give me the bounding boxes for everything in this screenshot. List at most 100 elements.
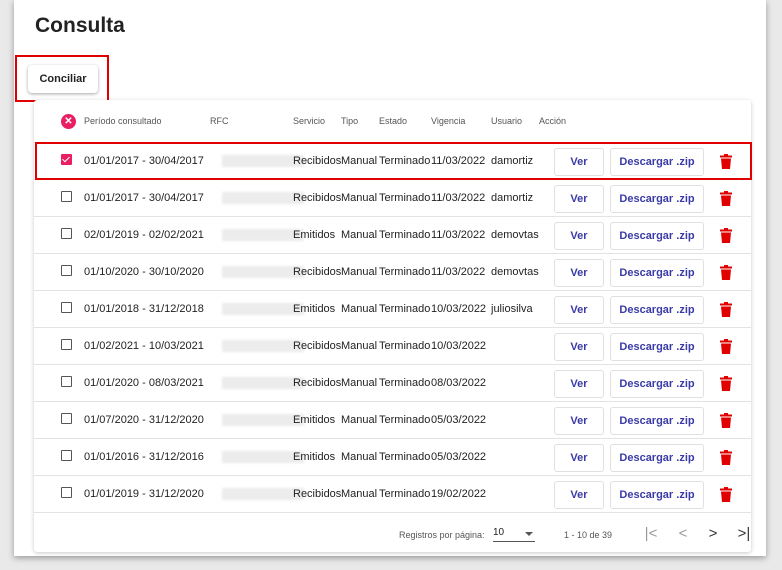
ver-button[interactable]: Ver (554, 370, 604, 398)
download-zip-button[interactable]: Descargar .zip (610, 481, 704, 509)
cell-tipo: Manual (341, 488, 378, 500)
col-rfc[interactable]: RFC (210, 116, 229, 126)
col-accion: Acción (539, 116, 567, 126)
trash-icon[interactable] (720, 487, 732, 502)
last-page-icon[interactable]: >| (735, 525, 753, 542)
cell-usuario: demovtas (491, 266, 539, 278)
cell-vigencia: 10/03/2022 (431, 340, 487, 352)
cell-tipo: Manual (341, 266, 378, 278)
cell-periodo: 01/07/2020 - 31/12/2020 (84, 414, 204, 426)
prev-page-icon[interactable]: < (674, 525, 692, 542)
col-tipo[interactable]: Tipo (341, 116, 358, 126)
download-zip-button[interactable]: Descargar .zip (610, 259, 704, 287)
clear-selection-icon[interactable]: ✕ (61, 114, 76, 129)
trash-icon[interactable] (720, 413, 732, 428)
ver-button[interactable]: Ver (554, 222, 604, 250)
cell-rfc-redacted (222, 414, 304, 426)
main-window: Consulta Conciliar ✕ Período consultado … (14, 0, 766, 556)
cell-servicio: Recibidos (293, 488, 342, 500)
row-checkbox[interactable] (61, 450, 72, 461)
cell-estado: Terminado (379, 340, 431, 352)
cell-servicio: Emitidos (293, 414, 336, 426)
table-row: 01/02/2021 - 10/03/2021 Recibidos Manual Te… (34, 327, 751, 365)
cell-vigencia: 19/02/2022 (431, 488, 487, 500)
cell-rfc-redacted (222, 266, 304, 278)
cell-vigencia: 11/03/2022 (431, 229, 486, 241)
cell-servicio: Emitidos (293, 451, 336, 463)
table-row: 01/01/2016 - 31/12/2016 Emitidos Manual Ter… (34, 438, 751, 476)
cell-servicio: Emitidos (293, 303, 336, 315)
table-row: 01/01/2020 - 08/03/2021 Recibidos Manual Te… (34, 364, 751, 402)
ver-button[interactable]: Ver (554, 296, 604, 324)
row-checkbox[interactable] (61, 487, 72, 498)
chevron-down-icon (525, 532, 533, 536)
cell-rfc-redacted (222, 451, 304, 463)
table-row: 02/01/2019 - 02/02/2021 Emitidos Manual Ter… (34, 216, 751, 254)
trash-icon[interactable] (720, 339, 732, 354)
next-page-icon[interactable]: > (704, 525, 722, 542)
cell-estado: Terminado (379, 266, 431, 278)
cell-estado: Terminado (379, 377, 431, 389)
cell-periodo: 01/02/2021 - 10/03/2021 (84, 340, 204, 352)
col-usuario[interactable]: Usuario (491, 116, 522, 126)
row-checkbox[interactable] (61, 191, 72, 202)
cell-servicio: Emitidos (293, 229, 336, 241)
cell-tipo: Manual (341, 377, 378, 389)
page-range: 1 - 10 de 39 (564, 530, 613, 540)
cell-rfc-redacted (222, 488, 304, 500)
first-page-icon[interactable]: |< (642, 525, 660, 542)
table-row: 01/01/2019 - 31/12/2020 Recibidos Manual Te… (34, 475, 751, 513)
trash-icon[interactable] (720, 450, 732, 465)
trash-icon[interactable] (720, 265, 732, 280)
cell-servicio: Recibidos (293, 266, 342, 278)
cell-rfc-redacted (222, 340, 304, 352)
cell-periodo: 01/10/2020 - 30/10/2020 (84, 266, 204, 278)
cell-rfc-redacted (222, 229, 304, 241)
cell-vigencia: 05/03/2022 (431, 451, 487, 463)
table-row: 01/01/2018 - 31/12/2018 Emitidos Manual Ter… (34, 290, 751, 328)
download-zip-button[interactable]: Descargar .zip (610, 222, 704, 250)
row-checkbox[interactable] (61, 339, 72, 350)
trash-icon[interactable] (720, 302, 732, 317)
download-zip-button[interactable]: Descargar .zip (610, 296, 704, 324)
row-checkbox[interactable] (61, 376, 72, 387)
download-zip-button[interactable]: Descargar .zip (610, 407, 704, 435)
highlight-selected-row (35, 142, 752, 180)
rows-per-page-value: 10 (493, 527, 505, 538)
trash-icon[interactable] (720, 191, 732, 206)
ver-button[interactable]: Ver (554, 333, 604, 361)
trash-icon[interactable] (720, 376, 732, 391)
cell-vigencia: 05/03/2022 (431, 414, 487, 426)
cell-usuario: juliosilva (491, 303, 533, 315)
cell-estado: Terminado (379, 303, 431, 315)
cell-tipo: Manual (341, 229, 378, 241)
col-servicio[interactable]: Servicio (293, 116, 325, 126)
rows-per-page-label: Registros por página: (399, 530, 485, 540)
cell-rfc-redacted (222, 377, 304, 389)
row-checkbox[interactable] (61, 302, 72, 313)
cell-periodo: 01/01/2017 - 30/04/2017 (84, 192, 204, 204)
highlight-conciliar (15, 55, 109, 102)
cell-periodo: 01/01/2018 - 31/12/2018 (84, 303, 204, 315)
ver-button[interactable]: Ver (554, 481, 604, 509)
download-zip-button[interactable]: Descargar .zip (610, 444, 704, 472)
ver-button[interactable]: Ver (554, 444, 604, 472)
ver-button[interactable]: Ver (554, 185, 604, 213)
col-periodo[interactable]: Período consultado (84, 116, 162, 126)
cell-rfc-redacted (222, 192, 304, 204)
download-zip-button[interactable]: Descargar .zip (610, 185, 704, 213)
trash-icon[interactable] (720, 228, 732, 243)
row-checkbox[interactable] (61, 265, 72, 276)
cell-estado: Terminado (379, 414, 431, 426)
row-checkbox[interactable] (61, 413, 72, 424)
rows-per-page-select[interactable]: 10 (493, 527, 535, 542)
ver-button[interactable]: Ver (554, 259, 604, 287)
row-checkbox[interactable] (61, 228, 72, 239)
ver-button[interactable]: Ver (554, 407, 604, 435)
download-zip-button[interactable]: Descargar .zip (610, 370, 704, 398)
cell-tipo: Manual (341, 192, 378, 204)
download-zip-button[interactable]: Descargar .zip (610, 333, 704, 361)
cell-tipo: Manual (341, 451, 378, 463)
col-vigencia[interactable]: Vigencia (431, 116, 465, 126)
col-estado[interactable]: Estado (379, 116, 407, 126)
